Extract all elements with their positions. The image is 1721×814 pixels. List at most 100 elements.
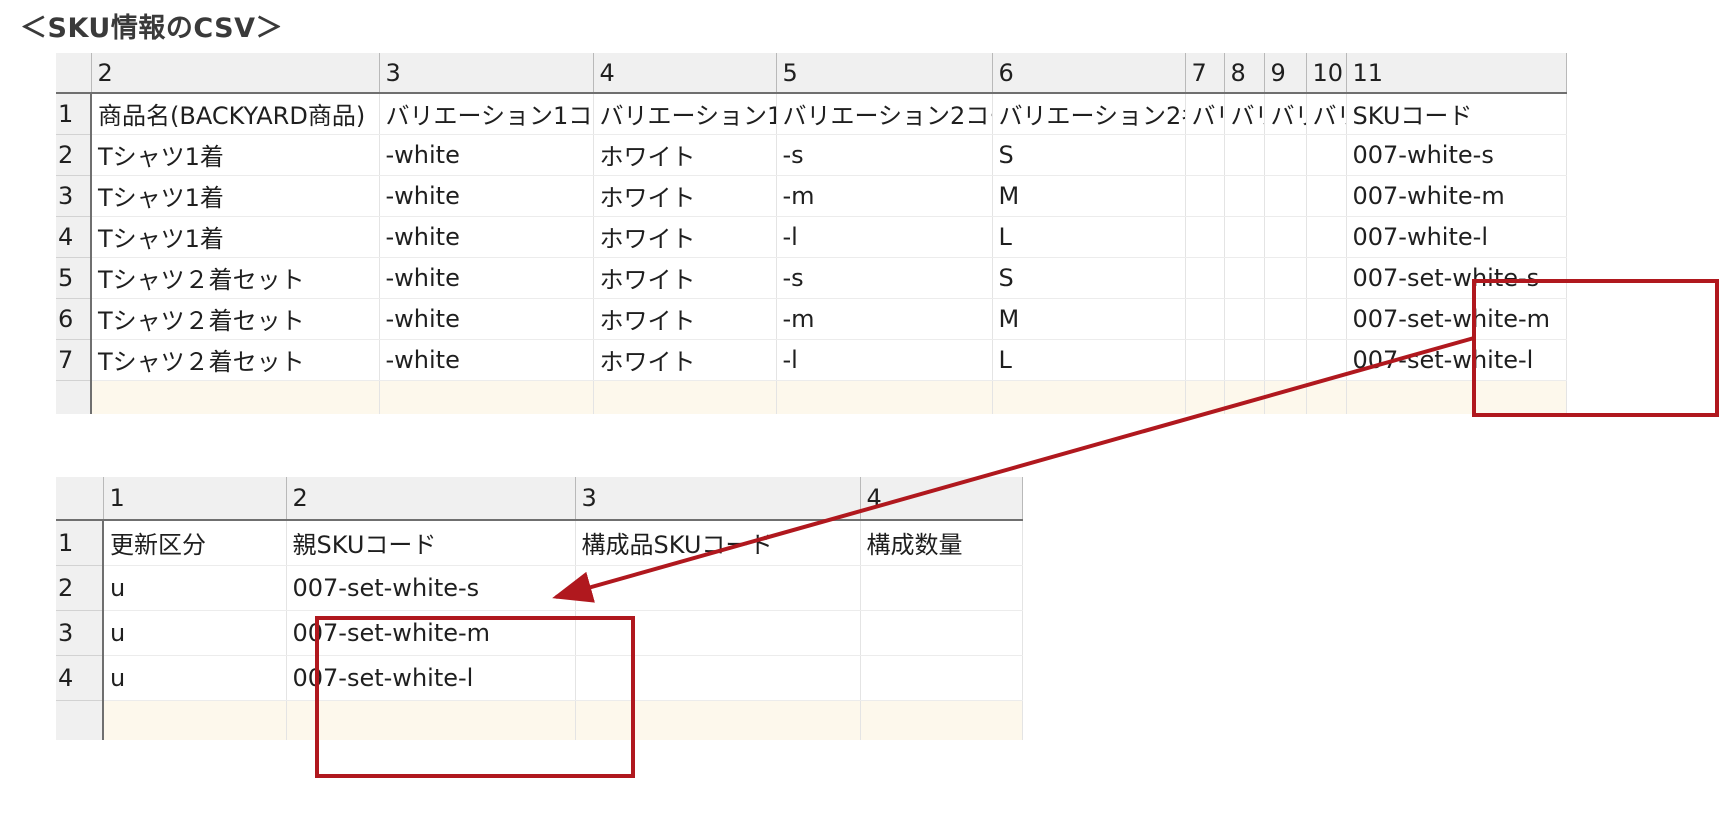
- new-row-number[interactable]: [56, 380, 92, 414]
- cell[interactable]: バリ: [1224, 93, 1265, 135]
- row-number[interactable]: 5: [56, 257, 92, 299]
- sku-code-highlighted-cell[interactable]: 007-set-white-l: [1346, 339, 1567, 381]
- column-header[interactable]: 1: [103, 477, 287, 521]
- cell[interactable]: [1306, 175, 1347, 217]
- cell[interactable]: [1185, 134, 1225, 176]
- cell[interactable]: 構成数量: [860, 520, 1023, 566]
- cell[interactable]: [1185, 175, 1225, 217]
- row-number[interactable]: 1: [56, 520, 104, 566]
- cell[interactable]: [1264, 257, 1307, 299]
- sku-code-highlighted-cell[interactable]: 007-set-white-m: [1346, 298, 1567, 340]
- cell[interactable]: バリ: [1264, 93, 1307, 135]
- cell[interactable]: -white: [379, 257, 594, 299]
- new-cell[interactable]: [286, 700, 576, 740]
- row-number[interactable]: 3: [56, 610, 104, 656]
- cell[interactable]: Tシャツ1着: [91, 216, 380, 258]
- sku-code-highlighted-cell[interactable]: 007-set-white-s: [1346, 257, 1567, 299]
- cell[interactable]: ホワイト: [593, 257, 777, 299]
- cell[interactable]: -l: [776, 339, 993, 381]
- cell[interactable]: M: [992, 175, 1186, 217]
- cell[interactable]: L: [992, 339, 1186, 381]
- row-number[interactable]: 2: [56, 565, 104, 611]
- parent-sku-highlighted-cell[interactable]: 007-set-white-s: [286, 565, 576, 611]
- cell[interactable]: ホワイト: [593, 216, 777, 258]
- cell[interactable]: [575, 655, 861, 701]
- cell[interactable]: 007-white-m: [1346, 175, 1567, 217]
- cell[interactable]: u: [103, 610, 287, 656]
- cell[interactable]: -white: [379, 339, 594, 381]
- cell[interactable]: [1306, 216, 1347, 258]
- select-all-corner[interactable]: [56, 477, 104, 521]
- cell[interactable]: -l: [776, 216, 993, 258]
- cell[interactable]: S: [992, 134, 1186, 176]
- column-header[interactable]: 8: [1224, 53, 1265, 94]
- cell[interactable]: -s: [776, 257, 993, 299]
- cell[interactable]: [1224, 175, 1265, 217]
- cell[interactable]: [1264, 175, 1307, 217]
- new-cell[interactable]: [776, 380, 993, 414]
- row-number[interactable]: 2: [56, 134, 92, 176]
- new-cell[interactable]: [379, 380, 594, 414]
- cell[interactable]: [1224, 134, 1265, 176]
- cell[interactable]: ホワイト: [593, 298, 777, 340]
- cell[interactable]: [1264, 216, 1307, 258]
- cell[interactable]: 更新区分: [103, 520, 287, 566]
- parent-sku-highlighted-cell[interactable]: 007-set-white-l: [286, 655, 576, 701]
- cell[interactable]: バリ: [1306, 93, 1347, 135]
- cell[interactable]: 商品名(BACKYARD商品): [91, 93, 380, 135]
- cell[interactable]: [1185, 298, 1225, 340]
- cell[interactable]: Tシャツ２着セット: [91, 339, 380, 381]
- cell[interactable]: [1306, 298, 1347, 340]
- column-header[interactable]: 3: [575, 477, 861, 521]
- column-header[interactable]: 6: [992, 53, 1186, 94]
- new-cell[interactable]: [1185, 380, 1225, 414]
- cell[interactable]: バリエーション2コード: [776, 93, 993, 135]
- cell[interactable]: [1185, 257, 1225, 299]
- new-cell[interactable]: [860, 700, 1023, 740]
- cell[interactable]: [1306, 134, 1347, 176]
- new-cell[interactable]: [575, 700, 861, 740]
- column-header[interactable]: 2: [286, 477, 576, 521]
- cell[interactable]: ホワイト: [593, 339, 777, 381]
- cell[interactable]: u: [103, 655, 287, 701]
- cell[interactable]: [1224, 216, 1265, 258]
- row-number[interactable]: 1: [56, 93, 92, 135]
- cell[interactable]: バリ: [1185, 93, 1225, 135]
- new-cell[interactable]: [103, 700, 287, 740]
- cell[interactable]: [1185, 339, 1225, 381]
- cell[interactable]: バリエーション1名: [593, 93, 777, 135]
- row-number[interactable]: 6: [56, 298, 92, 340]
- column-header[interactable]: 5: [776, 53, 993, 94]
- cell[interactable]: -s: [776, 134, 993, 176]
- cell[interactable]: M: [992, 298, 1186, 340]
- cell[interactable]: [1185, 216, 1225, 258]
- new-cell[interactable]: [992, 380, 1186, 414]
- new-cell[interactable]: [91, 380, 380, 414]
- column-header[interactable]: 11: [1346, 53, 1567, 94]
- cell[interactable]: [1306, 339, 1347, 381]
- cell[interactable]: [1264, 339, 1307, 381]
- row-number[interactable]: 4: [56, 655, 104, 701]
- cell[interactable]: 構成品SKUコード: [575, 520, 861, 566]
- cell[interactable]: L: [992, 216, 1186, 258]
- column-header[interactable]: 9: [1264, 53, 1307, 94]
- cell[interactable]: 親SKUコード: [286, 520, 576, 566]
- cell[interactable]: S: [992, 257, 1186, 299]
- cell[interactable]: [1264, 298, 1307, 340]
- cell[interactable]: [1224, 339, 1265, 381]
- cell[interactable]: Tシャツ1着: [91, 175, 380, 217]
- column-header[interactable]: 4: [593, 53, 777, 94]
- cell[interactable]: Tシャツ２着セット: [91, 257, 380, 299]
- cell[interactable]: [575, 565, 861, 611]
- column-header[interactable]: 2: [91, 53, 380, 94]
- cell[interactable]: -white: [379, 175, 594, 217]
- column-header[interactable]: 10: [1306, 53, 1347, 94]
- cell[interactable]: -white: [379, 298, 594, 340]
- cell[interactable]: SKUコード: [1346, 93, 1567, 135]
- cell[interactable]: ホワイト: [593, 175, 777, 217]
- cell[interactable]: -white: [379, 216, 594, 258]
- cell[interactable]: Tシャツ２着セット: [91, 298, 380, 340]
- column-header[interactable]: 3: [379, 53, 594, 94]
- cell[interactable]: -m: [776, 298, 993, 340]
- cell[interactable]: 007-white-s: [1346, 134, 1567, 176]
